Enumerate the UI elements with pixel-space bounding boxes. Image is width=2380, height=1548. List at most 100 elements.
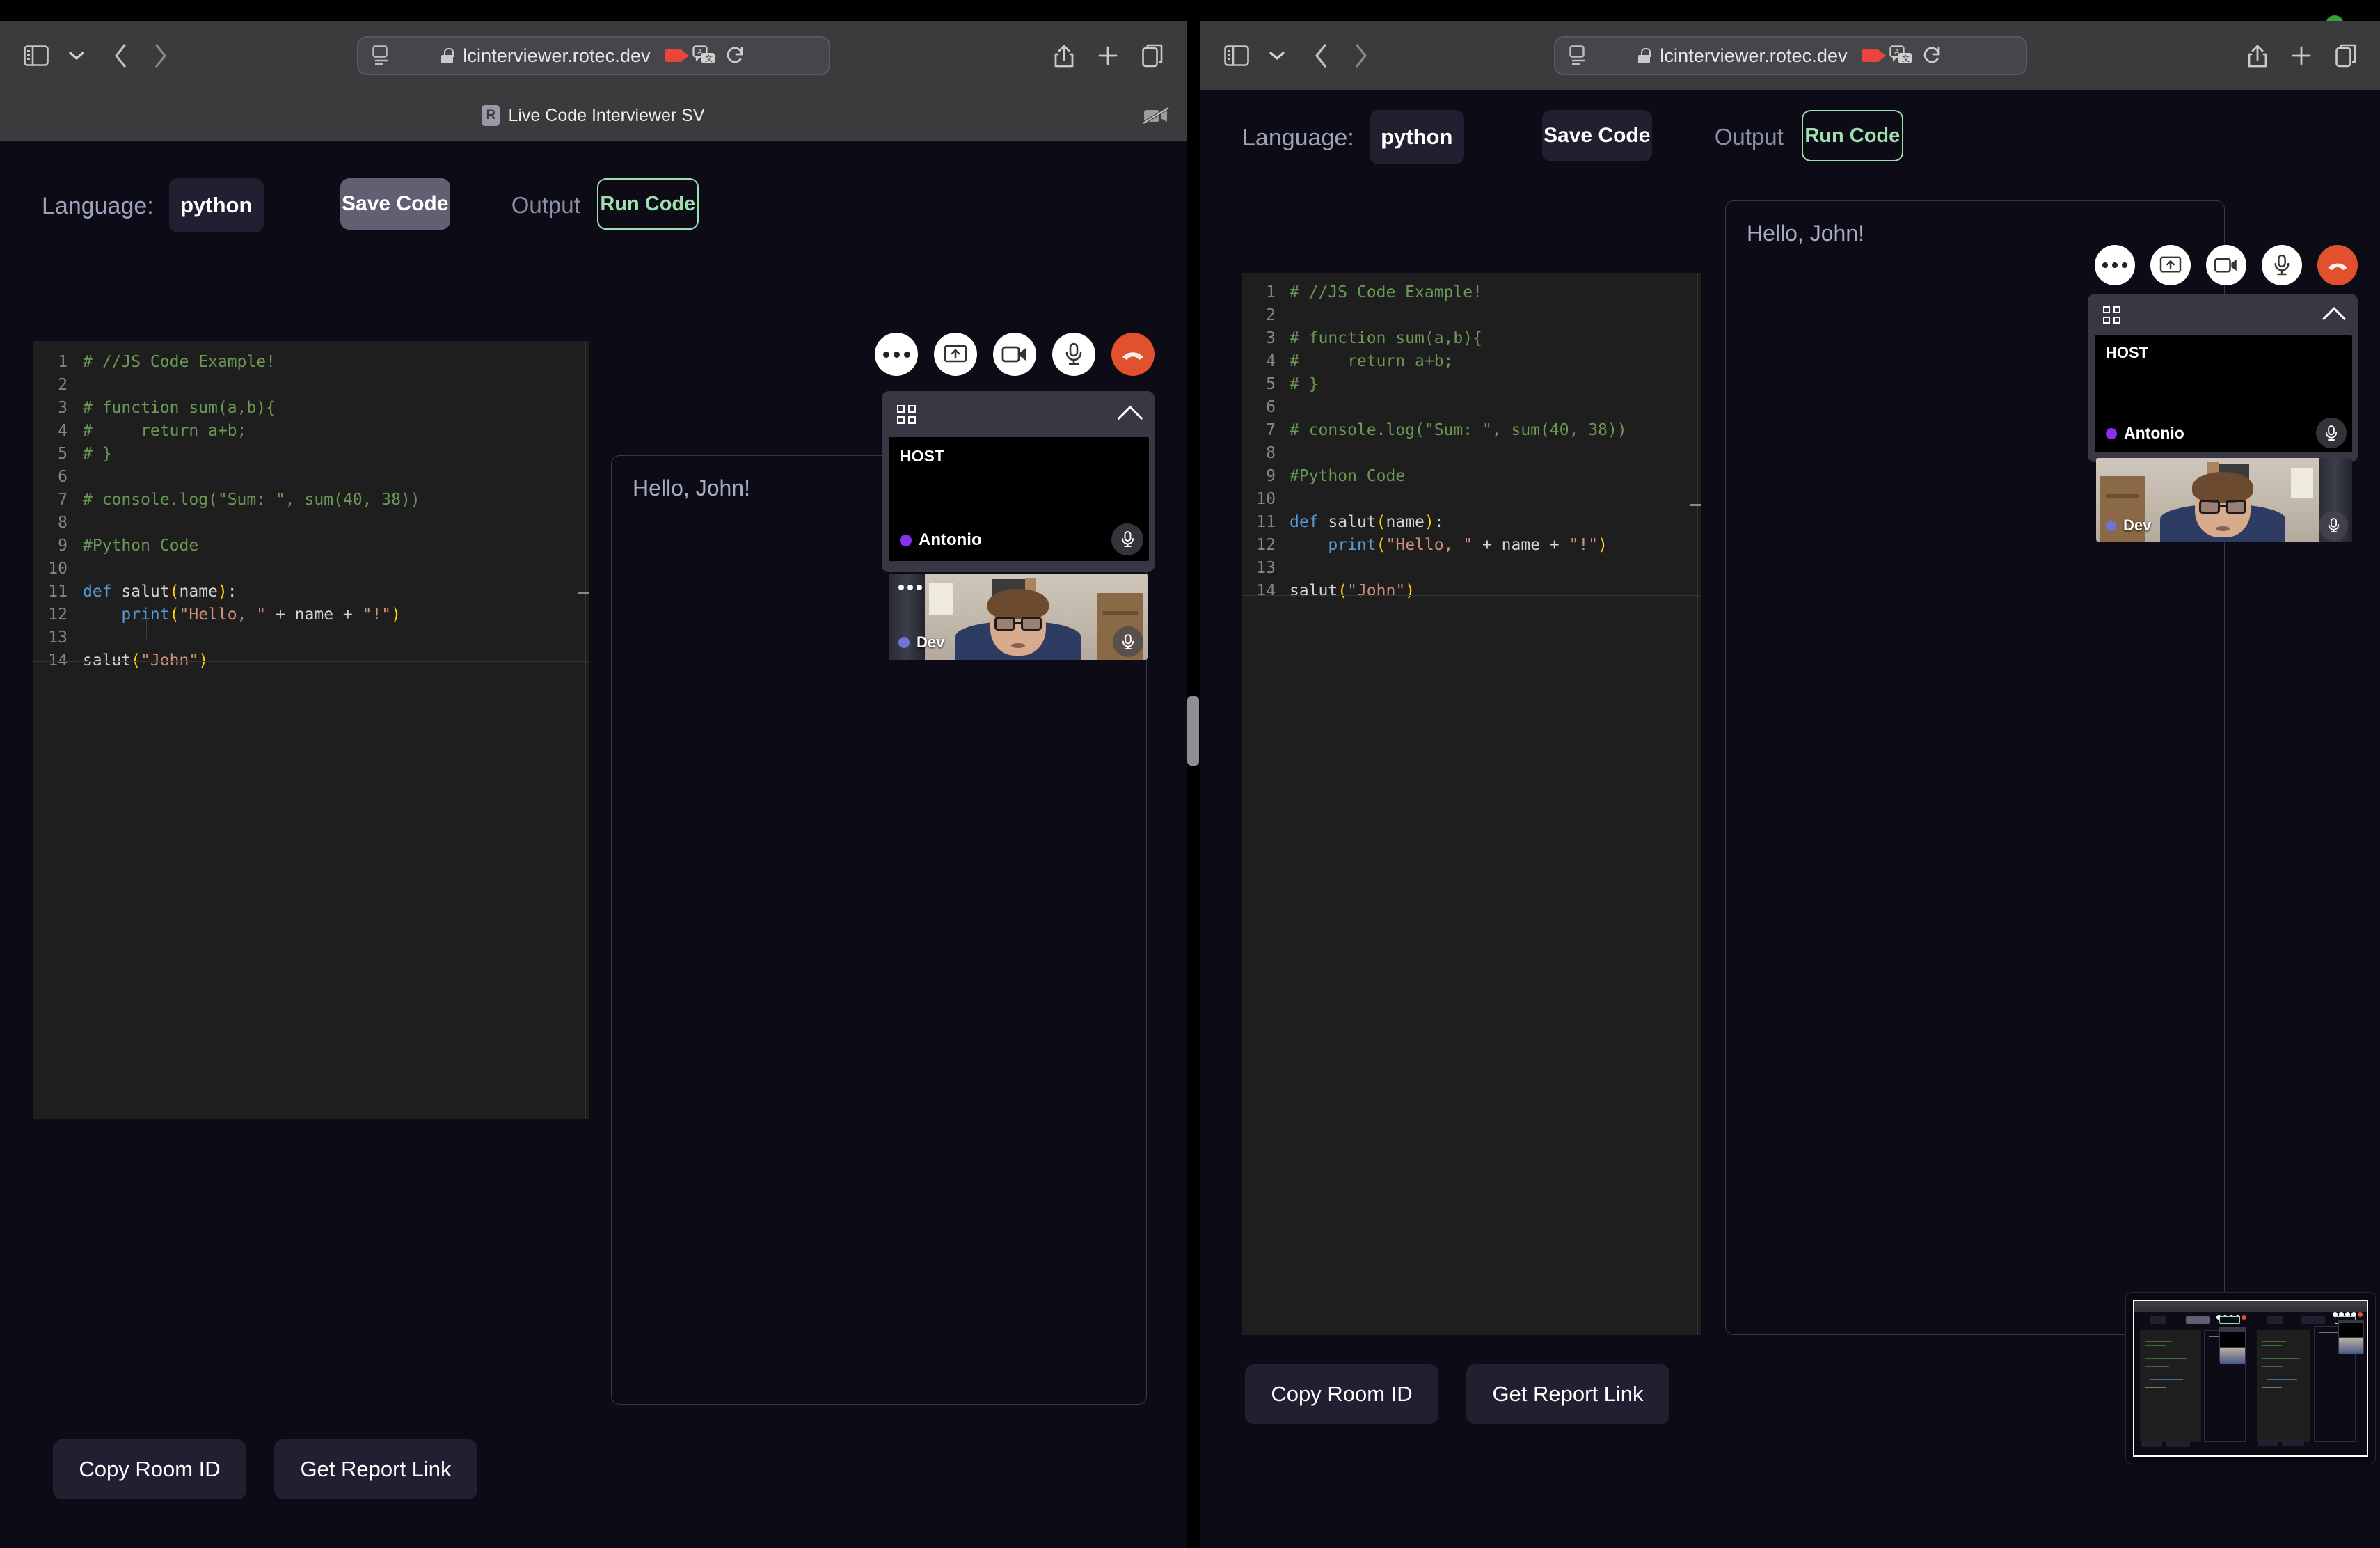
participant-name-dev: Dev [2106,516,2151,535]
video-tile-antonio[interactable]: HOST Antonio [2095,335,2352,452]
mic-badge-antonio[interactable] [2316,418,2347,448]
copy-room-id-button[interactable]: Copy Room ID [1245,1364,1438,1424]
video-off-icon[interactable] [1142,104,1170,127]
code-line[interactable]: 2 [1242,304,1701,327]
translate-icon[interactable]: A文 [1889,45,1913,66]
grid-layout-icon[interactable] [2103,306,2120,324]
address-bar[interactable]: lcinterviewer.rotec.dev A文 [1553,36,2027,75]
line-number: 13 [1256,559,1276,577]
mic-badge-antonio[interactable] [1111,523,1143,555]
back-arrow-icon[interactable] [113,43,128,68]
more-options-button[interactable] [875,333,918,376]
grid-layout-icon[interactable] [897,404,916,424]
reader-view-icon[interactable] [1569,45,1587,66]
code-line[interactable]: 14 salut("John") [33,649,589,672]
toggle-mic-button[interactable] [1052,333,1095,376]
code-line[interactable]: 13 [1242,557,1701,580]
browser-tab[interactable]: R Live Code Interviewer SV [482,105,705,126]
address-bar[interactable]: lcinterviewer.rotec.dev A文 [356,36,830,75]
code-line[interactable]: 11 def salut(name): [1242,511,1701,534]
code-line[interactable]: 12 print("Hello, " + name + "!") [33,603,589,626]
plus-icon[interactable] [1097,45,1118,66]
tile-overflow-ellipsis-icon[interactable] [898,585,922,590]
page-scrollbar-thumb[interactable] [1187,696,1199,766]
save-code-button[interactable]: Save Code [340,178,450,230]
back-arrow-icon[interactable] [1313,43,1328,68]
code-line[interactable]: 5 # } [1242,373,1701,396]
code-editor-left[interactable]: 1 # //JS Code Example! 2 3 # function sum(a,… [33,341,589,1119]
hang-up-button[interactable] [1111,333,1155,376]
toggle-camera-button[interactable] [2206,245,2246,285]
line-number: 9 [1266,467,1276,485]
code-line[interactable]: 7 # console.log("Sum: ", sum(40, 38)) [33,489,589,512]
tab-overview-icon[interactable] [2335,44,2356,68]
code-line[interactable]: 13 [33,626,589,649]
language-value[interactable]: python [168,178,264,232]
mic-badge-dev[interactable] [1113,626,1143,657]
more-options-button[interactable] [2095,245,2135,285]
sidebar-icon[interactable] [24,45,49,66]
chevron-up-icon[interactable] [2322,306,2346,331]
code-line[interactable]: 8 [33,512,589,535]
reader-view-icon[interactable] [372,45,390,66]
code-line[interactable]: 6 [1242,396,1701,419]
video-tile-dev[interactable]: Dev [889,574,1148,660]
code-editor-right[interactable]: 1 # //JS Code Example! 2 3 # function sum(a,… [1242,273,1701,1335]
toggle-camera-button[interactable] [993,333,1036,376]
plus-icon[interactable] [2291,45,2312,66]
get-report-link-button[interactable]: Get Report Link [274,1439,477,1499]
code-line[interactable]: 3 # function sum(a,b){ [33,397,589,420]
line-number: 8 [58,514,68,532]
tab-overview-icon[interactable] [1142,44,1163,68]
code-line[interactable]: 10 [1242,488,1701,511]
code-line[interactable]: 2 [33,374,589,397]
page-scrollbar-track[interactable] [1187,21,1200,1548]
reload-icon[interactable] [726,45,745,66]
get-report-link-button[interactable]: Get Report Link [1466,1364,1669,1424]
code-line[interactable]: 14 salut("John") [1242,580,1701,603]
share-screen-button[interactable] [934,333,977,376]
share-screen-button[interactable] [2150,245,2191,285]
code-line[interactable]: 6 [33,466,589,489]
screen-share-icon [2159,255,2182,275]
chevron-up-icon[interactable] [1117,405,1143,432]
line-number: 10 [48,560,68,578]
toggle-mic-button[interactable] [2262,245,2302,285]
mic-badge-dev[interactable] [2319,511,2348,540]
code-line[interactable]: 5 # } [33,443,589,466]
language-value[interactable]: python [1369,110,1464,164]
video-tile-dev[interactable]: Dev [2096,458,2352,542]
code-text: # return a+b; [1290,352,1454,370]
camera-recording-icon[interactable] [1861,49,1886,62]
chevron-down-icon[interactable] [1269,50,1285,61]
code-line[interactable]: 8 [1242,442,1701,465]
hang-up-button[interactable] [2317,245,2358,285]
reload-icon[interactable] [1923,45,1942,66]
code-line[interactable]: 1 # //JS Code Example! [33,351,589,374]
code-line[interactable]: 1 # //JS Code Example! [1242,281,1701,304]
chevron-down-icon[interactable] [68,50,85,61]
code-line[interactable]: 4 # return a+b; [1242,350,1701,373]
code-line[interactable]: 11 def salut(name): [33,580,589,603]
code-line[interactable]: 7 # console.log("Sum: ", sum(40, 38)) [1242,419,1701,442]
screen-share-self-preview[interactable] [2125,1292,2376,1464]
run-code-button[interactable]: Run Code [1801,110,1903,161]
forward-arrow-icon[interactable] [153,43,168,68]
share-icon[interactable] [2248,43,2267,68]
code-line[interactable]: 10 [33,558,589,580]
run-code-button[interactable]: Run Code [596,178,699,230]
code-line[interactable]: 9 #Python Code [33,535,589,558]
video-tile-antonio[interactable]: HOST Antonio [889,437,1149,561]
save-code-button[interactable]: Save Code [1541,110,1652,161]
camera-recording-icon[interactable] [664,49,689,62]
code-lines: 1 # //JS Code Example! 2 3 # function sum(a,… [1242,273,1701,603]
share-icon[interactable] [1054,43,1074,68]
code-line[interactable]: 3 # function sum(a,b){ [1242,327,1701,350]
forward-arrow-icon[interactable] [1354,43,1369,68]
translate-icon[interactable]: A文 [692,45,716,66]
code-line[interactable]: 9 #Python Code [1242,465,1701,488]
code-line[interactable]: 4 # return a+b; [33,420,589,443]
sidebar-icon[interactable] [1224,45,1249,66]
code-line[interactable]: 12 print("Hello, " + name + "!") [1242,534,1701,557]
copy-room-id-button[interactable]: Copy Room ID [53,1439,246,1499]
